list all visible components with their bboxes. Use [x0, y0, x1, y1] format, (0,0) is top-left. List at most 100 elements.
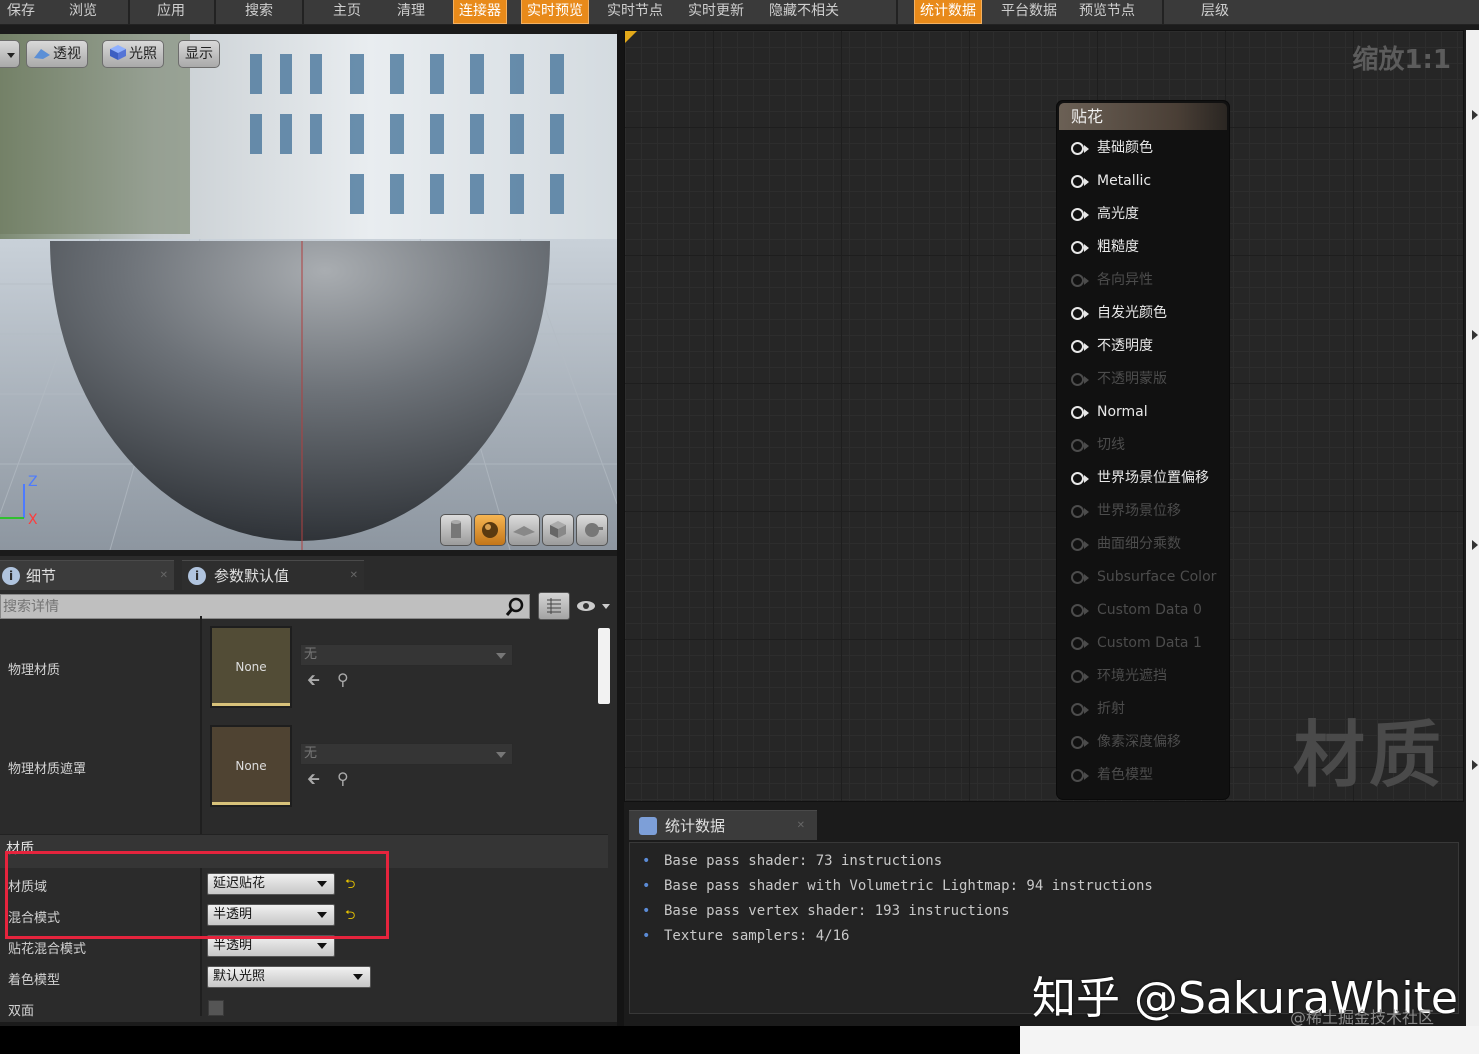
pin-refraction: 折射 — [1069, 699, 1125, 719]
use-selected-arrow-icon[interactable]: 🡰 — [307, 671, 325, 689]
stats-icon — [639, 817, 657, 835]
details-scrollbar[interactable] — [598, 628, 610, 704]
stat-line: Base pass shader with Volumetric Lightma… — [642, 878, 1153, 894]
pin-world-position-offset[interactable]: 世界场景位置偏移 — [1069, 468, 1209, 488]
platform-stats-toggle[interactable]: 平台数据 — [996, 0, 1062, 23]
search-input[interactable] — [1, 595, 501, 618]
perspective-button[interactable]: 透视 — [26, 40, 88, 68]
column-divider[interactable] — [200, 616, 202, 1016]
pin-opacity-mask: 不透明蒙版 — [1069, 369, 1167, 389]
close-icon[interactable]: ✕ — [160, 561, 168, 591]
chevron-down-icon — [353, 974, 363, 980]
tab-details[interactable]: i 细节 ✕ — [0, 560, 174, 590]
live-preview-toggle[interactable]: 实时预览 — [521, 0, 589, 24]
axis-x-label: X — [28, 512, 38, 528]
bottom-bar — [0, 1026, 1020, 1054]
picker-value: 无 — [304, 746, 318, 761]
phys-mask-thumbnail[interactable]: None — [210, 725, 292, 807]
details-search — [0, 594, 530, 619]
toolbar-separator — [128, 0, 130, 25]
stat-line: Base pass vertex shader: 193 instruction… — [642, 903, 1010, 919]
pin-normal[interactable]: Normal — [1069, 402, 1148, 422]
teapot-icon — [585, 523, 603, 537]
save-button[interactable]: 保存 — [2, 0, 40, 23]
details-panel: i 细节 ✕ i 参数默认值 ✕ 物理材质 None 无 🡰 — [0, 556, 617, 1022]
toolbar-separator — [214, 0, 216, 25]
graph-corner-marker — [625, 31, 637, 43]
material-graph[interactable]: 缩放1:1 材质 贴花 基础颜色 Metallic 高光度 粗糙度 各向异性 自… — [624, 30, 1464, 802]
preview-cylinder-button[interactable] — [440, 514, 472, 546]
node-title: 贴花 — [1059, 103, 1227, 130]
phys-material-picker[interactable]: 无 — [300, 644, 513, 666]
juejin-watermark: @稀土掘金技术社区 — [1290, 1008, 1435, 1027]
pin-pixel-depth-offset: 像素深度偏移 — [1069, 732, 1181, 752]
view-options-button[interactable] — [538, 592, 570, 620]
two-sided-label: 双面 — [8, 1004, 35, 1019]
visibility-filter-button[interactable] — [576, 596, 616, 616]
stat-line: Base pass shader: 73 instructions — [642, 853, 942, 869]
browse-search-icon[interactable]: ⚲ — [337, 671, 355, 689]
right-edge-strip — [1466, 30, 1479, 1026]
phys-mask-label: 物理材质遮罩 — [8, 762, 87, 777]
viewport-options-dropdown[interactable] — [0, 40, 20, 68]
stat-line: Texture samplers: 4/16 — [642, 928, 849, 944]
live-nodes-toggle[interactable]: 实时节点 — [602, 0, 668, 23]
hide-unrelated-toggle[interactable]: 隐藏不相关 — [764, 0, 844, 23]
lit-cube-icon — [109, 43, 127, 60]
tab-param-defaults-label: 参数默认值 — [214, 567, 290, 585]
grid-list-icon — [547, 598, 561, 614]
arrow-right-icon — [1472, 760, 1478, 770]
toolbar: 保存 浏览 应用 搜索 主页 清理 连接器 实时预览 实时节点 实时更新 隐藏不… — [0, 0, 1479, 25]
toolbar-separator — [302, 0, 304, 25]
search-icon[interactable] — [505, 597, 525, 617]
pin-specular[interactable]: 高光度 — [1069, 204, 1139, 224]
close-icon[interactable]: ✕ — [350, 561, 358, 591]
pin-tangent: 切线 — [1069, 435, 1125, 455]
pin-emissive-color[interactable]: 自发光颜色 — [1069, 303, 1167, 323]
panel-splitter[interactable] — [617, 30, 624, 1026]
use-selected-arrow-icon[interactable]: 🡰 — [307, 770, 325, 788]
tab-stats[interactable]: 统计数据 ✕ — [629, 810, 817, 840]
axis-z-label: Z — [28, 474, 38, 490]
home-button[interactable]: 主页 — [328, 0, 366, 23]
lighting-label: 光照 — [129, 46, 157, 62]
stats-toggle[interactable]: 统计数据 — [914, 0, 982, 24]
browse-button[interactable]: 浏览 — [64, 0, 102, 23]
tab-param-defaults[interactable]: i 参数默认值 ✕ — [182, 560, 364, 590]
preview-plane-button[interactable] — [508, 514, 540, 546]
shading-model-label: 着色模型 — [8, 973, 61, 988]
chevron-down-icon — [496, 752, 506, 758]
show-button[interactable]: 显示 — [178, 40, 220, 68]
preview-cube-button[interactable] — [542, 514, 574, 546]
search-button[interactable]: 搜索 — [240, 0, 278, 23]
toolbar-separator — [896, 0, 898, 25]
pin-roughness[interactable]: 粗糙度 — [1069, 237, 1139, 257]
preview-mesh-button[interactable] — [576, 514, 608, 546]
material-result-node[interactable]: 贴花 基础颜色 Metallic 高光度 粗糙度 各向异性 自发光颜色 不透明度… — [1057, 101, 1229, 799]
pin-opacity[interactable]: 不透明度 — [1069, 336, 1153, 356]
thumbnail-text: None — [235, 660, 267, 674]
pin-metallic[interactable]: Metallic — [1069, 171, 1151, 191]
preview-sphere-button[interactable] — [474, 514, 506, 546]
lighting-button[interactable]: 光照 — [102, 40, 164, 68]
two-sided-checkbox[interactable] — [208, 1000, 224, 1016]
phys-mask-picker[interactable]: 无 — [300, 743, 513, 765]
arrow-right-icon — [1472, 110, 1478, 120]
preview-scene — [0, 34, 617, 550]
toolbar-separator — [1162, 0, 1164, 25]
phys-material-thumbnail[interactable]: None — [210, 626, 292, 708]
shading-model-select[interactable]: 默认光照 — [207, 966, 371, 988]
chevron-down-icon — [7, 53, 15, 58]
preview-viewport[interactable]: Z X 透视 光照 显示 — [0, 34, 617, 550]
pin-base-color[interactable]: 基础颜色 — [1069, 138, 1153, 158]
clean-button[interactable]: 清理 — [392, 0, 430, 23]
browse-search-icon[interactable]: ⚲ — [337, 770, 355, 788]
apply-button[interactable]: 应用 — [152, 0, 190, 23]
arrow-right-icon — [1472, 540, 1478, 550]
pin-anisotropy: 各向异性 — [1069, 270, 1153, 290]
preview-node-toggle[interactable]: 预览节点 — [1074, 0, 1140, 23]
hierarchy-button[interactable]: 层级 — [1196, 0, 1234, 23]
connectors-toggle[interactable]: 连接器 — [453, 0, 507, 24]
live-update-toggle[interactable]: 实时更新 — [683, 0, 749, 23]
close-icon[interactable]: ✕ — [797, 811, 805, 841]
